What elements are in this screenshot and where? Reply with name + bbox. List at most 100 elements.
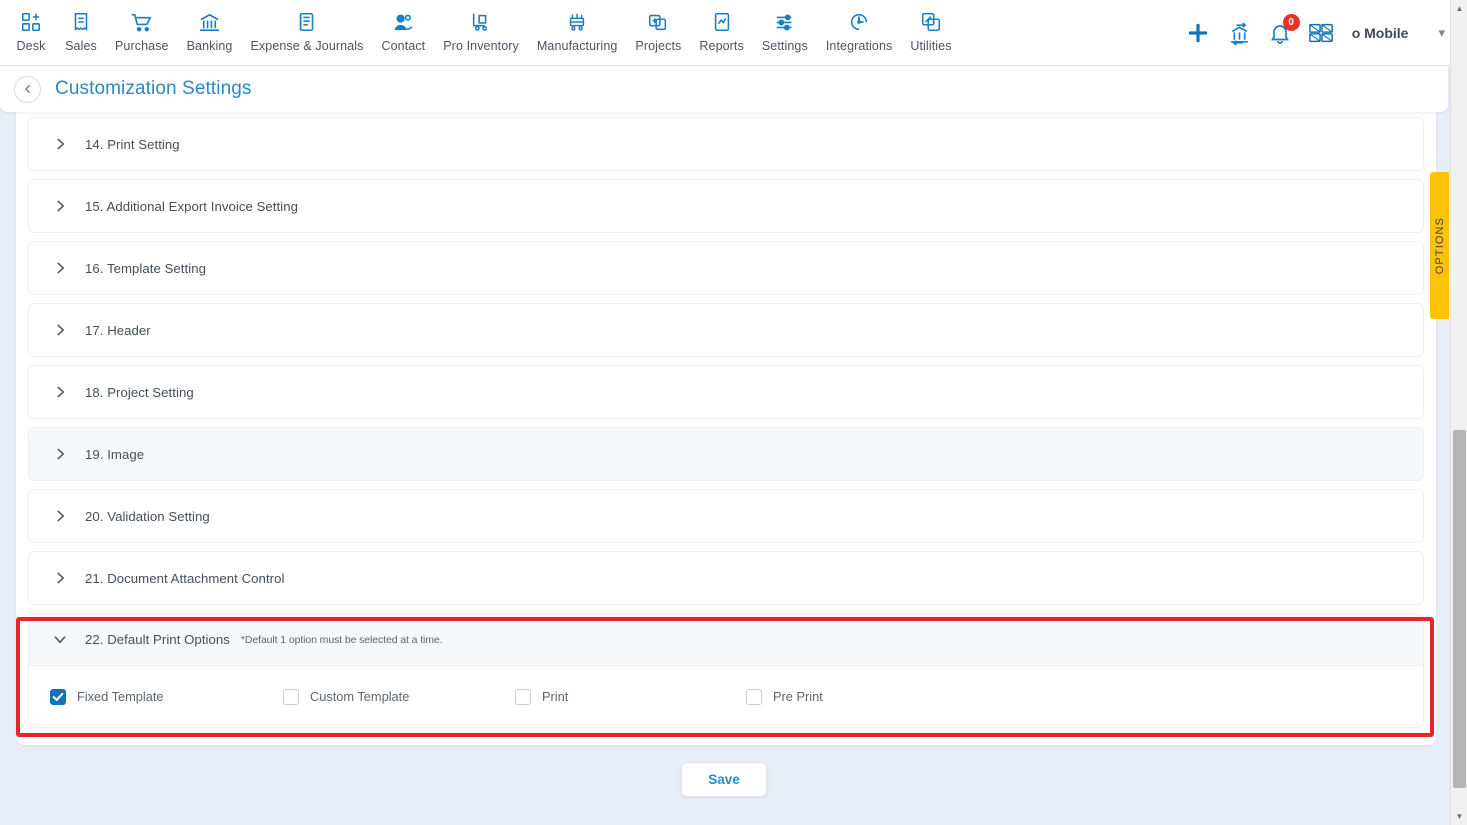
accordion-item-21[interactable]: 21. Document Attachment Control bbox=[28, 551, 1424, 605]
checkbox-print[interactable]: Print bbox=[515, 689, 746, 705]
page-scrollbar[interactable]: ▲ ▼ bbox=[1450, 0, 1467, 825]
ledger-book-icon bbox=[296, 8, 318, 36]
default-print-options-body: Fixed Template Custom Template Print Pre… bbox=[29, 666, 1423, 727]
nav-label: Desk bbox=[17, 39, 46, 53]
apps-grid-icon[interactable] bbox=[1308, 21, 1334, 45]
nav-label: Integrations bbox=[826, 39, 893, 53]
footer-actions: Save bbox=[0, 762, 1448, 797]
nav-label: Manufacturing bbox=[537, 39, 618, 53]
accordion-item-22[interactable]: 22. Default Print Options *Default 1 opt… bbox=[28, 613, 1424, 728]
checkbox-unchecked-icon[interactable] bbox=[746, 689, 762, 705]
chevron-down-icon bbox=[51, 634, 69, 645]
accordion-hint: *Default 1 option must be selected at a … bbox=[241, 634, 443, 646]
options-side-tab[interactable]: OPTIONS bbox=[1430, 172, 1449, 319]
accordion-item-17[interactable]: 17. Header bbox=[28, 303, 1424, 357]
nav-label: Reports bbox=[699, 39, 743, 53]
accordion-header[interactable]: 14. Print Setting bbox=[29, 118, 1423, 170]
accordion-item-20[interactable]: 20. Validation Setting bbox=[28, 489, 1424, 543]
scrollbar-thumb[interactable] bbox=[1453, 430, 1466, 788]
bell-icon[interactable]: 0 bbox=[1268, 21, 1292, 45]
accordion-header[interactable]: 22. Default Print Options *Default 1 opt… bbox=[29, 614, 1423, 666]
accordion-item-15[interactable]: 15. Additional Export Invoice Setting bbox=[28, 179, 1424, 233]
project-clipboard-icon bbox=[647, 8, 669, 36]
accordion-header[interactable]: 15. Additional Export Invoice Setting bbox=[29, 180, 1423, 232]
accordion-item-14[interactable]: 14. Print Setting bbox=[28, 117, 1424, 171]
nav-item-purchase[interactable]: Purchase bbox=[106, 8, 178, 53]
chevron-right-icon bbox=[51, 571, 69, 585]
chevron-right-icon bbox=[51, 199, 69, 213]
nav-item-manufacturing[interactable]: Manufacturing bbox=[528, 8, 627, 53]
page-title: Customization Settings bbox=[55, 78, 252, 100]
nav-label: Settings bbox=[762, 39, 808, 53]
factory-machine-icon bbox=[566, 8, 588, 36]
checkbox-label: Custom Template bbox=[310, 689, 409, 704]
accordion-header[interactable]: 16. Template Setting bbox=[29, 242, 1423, 294]
nav-item-reports[interactable]: Reports bbox=[690, 8, 752, 53]
accordion-item-16[interactable]: 16. Template Setting bbox=[28, 241, 1424, 295]
nav-label: Utilities bbox=[910, 39, 951, 53]
utilities-shuffle-icon bbox=[920, 8, 942, 36]
plus-icon[interactable] bbox=[1185, 20, 1211, 46]
sliders-icon bbox=[774, 8, 796, 36]
nav-item-utilities[interactable]: Utilities bbox=[901, 8, 960, 53]
shopping-cart-icon bbox=[130, 8, 153, 36]
header-actions: 0 o Mobile ▾ bbox=[1185, 0, 1467, 66]
options-tab-label: OPTIONS bbox=[1434, 217, 1446, 274]
checkbox-fixed-template[interactable]: Fixed Template bbox=[50, 689, 283, 705]
checkbox-unchecked-icon[interactable] bbox=[515, 689, 531, 705]
nav-item-desk[interactable]: Desk bbox=[6, 8, 56, 53]
accordion-label: 22. Default Print Options bbox=[85, 632, 230, 647]
accordion-header[interactable]: 17. Header bbox=[29, 304, 1423, 356]
accordion-header[interactable]: 19. Image bbox=[29, 428, 1423, 480]
plug-icon bbox=[848, 8, 870, 36]
dashboard-grid-icon bbox=[20, 8, 42, 36]
checkbox-label: Pre Print bbox=[773, 689, 823, 704]
accordion-header[interactable]: 20. Validation Setting bbox=[29, 490, 1423, 542]
scroll-down-arrow-icon[interactable]: ▼ bbox=[1451, 808, 1467, 825]
accordion-label: 20. Validation Setting bbox=[85, 509, 210, 524]
accordion-header[interactable]: 21. Document Attachment Control bbox=[29, 552, 1423, 604]
nav-item-pro-inventory[interactable]: Pro Inventory bbox=[434, 8, 528, 53]
notification-badge: 0 bbox=[1283, 14, 1300, 31]
accordion-label: 16. Template Setting bbox=[85, 261, 206, 276]
nav-item-sales[interactable]: Sales bbox=[56, 8, 106, 53]
chevron-right-icon bbox=[51, 385, 69, 399]
accordion-header[interactable]: 18. Project Setting bbox=[29, 366, 1423, 418]
chevron-down-icon[interactable]: ▾ bbox=[1438, 25, 1445, 41]
checkbox-pre-print[interactable]: Pre Print bbox=[746, 689, 823, 705]
nav-item-integrations[interactable]: Integrations bbox=[817, 8, 902, 53]
checkbox-label: Fixed Template bbox=[77, 689, 164, 704]
accordion-item-19[interactable]: 19. Image bbox=[28, 427, 1424, 481]
save-button[interactable]: Save bbox=[681, 762, 767, 797]
top-navigation-bar: Desk Sales Purchase bbox=[0, 0, 1467, 66]
checkbox-label: Print bbox=[542, 689, 568, 704]
nav-item-contact[interactable]: Contact bbox=[372, 8, 434, 53]
back-button[interactable] bbox=[14, 76, 41, 103]
hand-truck-icon bbox=[470, 8, 492, 36]
settings-card: 14. Print Setting 15. Additional Export … bbox=[16, 100, 1436, 745]
accordion-label: 15. Additional Export Invoice Setting bbox=[85, 199, 298, 214]
nav-item-list: Desk Sales Purchase bbox=[0, 0, 961, 53]
accordion-label: 14. Print Setting bbox=[85, 137, 180, 152]
nav-item-settings[interactable]: Settings bbox=[753, 8, 817, 53]
nav-item-projects[interactable]: Projects bbox=[626, 8, 690, 53]
chevron-right-icon bbox=[51, 261, 69, 275]
nav-item-banking[interactable]: Banking bbox=[178, 8, 242, 53]
nav-label: Sales bbox=[65, 39, 97, 53]
checkbox-unchecked-icon[interactable] bbox=[283, 689, 299, 705]
nav-label: Purchase bbox=[115, 39, 169, 53]
user-name-label[interactable]: o Mobile bbox=[1352, 25, 1409, 41]
page-header-bar: Customization Settings bbox=[0, 66, 1448, 112]
nav-item-expense-journals[interactable]: Expense & Journals bbox=[241, 8, 372, 53]
nav-label: Expense & Journals bbox=[250, 39, 363, 53]
scroll-up-arrow-icon[interactable]: ▲ bbox=[1451, 0, 1467, 17]
people-icon bbox=[392, 8, 415, 36]
checkbox-checked-icon[interactable] bbox=[50, 689, 66, 705]
checkbox-custom-template[interactable]: Custom Template bbox=[283, 689, 515, 705]
bank-icon bbox=[198, 8, 221, 36]
chevron-right-icon bbox=[51, 323, 69, 337]
chevron-right-icon bbox=[51, 137, 69, 151]
accordion-item-18[interactable]: 18. Project Setting bbox=[28, 365, 1424, 419]
bank-transfer-icon[interactable] bbox=[1227, 21, 1252, 46]
nav-label: Banking bbox=[187, 39, 233, 53]
